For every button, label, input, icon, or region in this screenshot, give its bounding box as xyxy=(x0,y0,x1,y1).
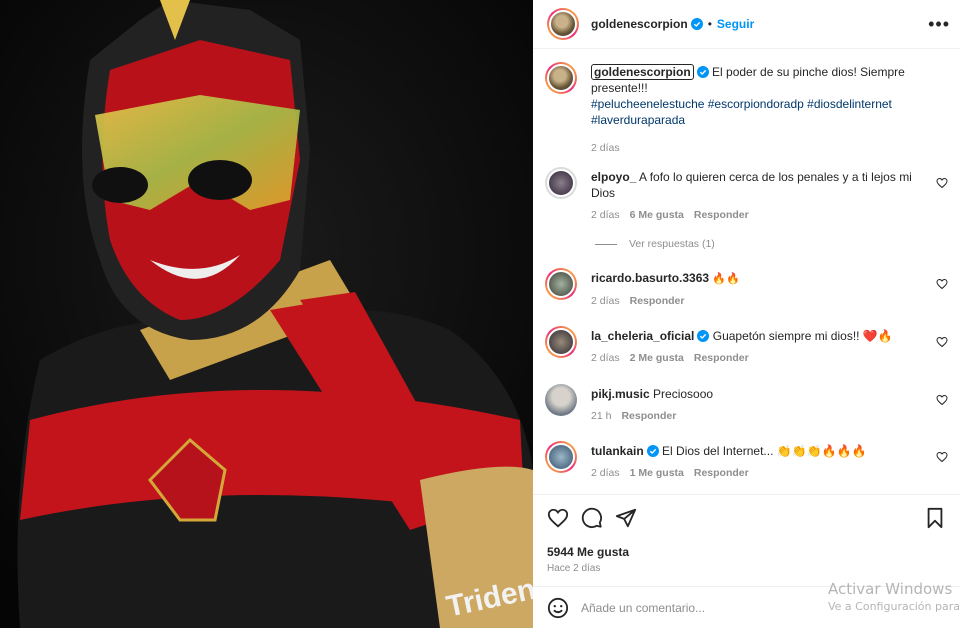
emoji-icon[interactable] xyxy=(547,597,569,619)
likes-count[interactable]: 5944 Me gusta xyxy=(547,545,629,559)
comment-input[interactable]: Añade un comentario... xyxy=(581,601,705,615)
luchador-photo: Trident xyxy=(0,0,533,628)
post-time: Hace 2 días xyxy=(547,563,601,574)
comment-username[interactable]: elpoyo_ xyxy=(591,170,636,184)
commenter-avatar[interactable] xyxy=(545,167,577,199)
author-avatar[interactable] xyxy=(545,62,577,94)
separator-dot: • xyxy=(707,17,712,31)
like-comment-icon[interactable] xyxy=(936,336,948,348)
post-image[interactable]: Trident xyxy=(0,0,533,628)
replies-divider xyxy=(595,243,617,245)
reply-button[interactable]: Responder xyxy=(621,410,676,422)
commenter-avatar[interactable] xyxy=(545,326,577,358)
reply-button[interactable]: Responder xyxy=(694,352,749,364)
comment-username[interactable]: la_cheleria_oficial xyxy=(591,329,694,343)
caption-hashtags[interactable]: #peluche​enelestuche #escorpiondoradp #d… xyxy=(591,97,892,127)
verified-icon xyxy=(696,66,709,78)
author-username[interactable]: goldenescorpion xyxy=(591,17,688,31)
comment-text: A fofo lo quieren cerca de los penales y… xyxy=(591,170,912,200)
comment-time: 2 días xyxy=(591,295,620,307)
share-icon[interactable] xyxy=(615,507,637,529)
like-icon[interactable] xyxy=(547,507,569,529)
like-comment-icon[interactable] xyxy=(936,394,948,406)
watermark-line-2: Ve a Configuración para xyxy=(828,600,960,613)
post-actions: 5944 Me gusta Hace 2 días xyxy=(533,494,960,586)
verified-icon xyxy=(646,445,659,457)
author-avatar[interactable] xyxy=(547,8,579,40)
comment-time: 2 días xyxy=(591,209,620,221)
comment-likes[interactable]: 6 Me gusta xyxy=(630,209,684,221)
reply-button[interactable]: Responder xyxy=(694,467,749,479)
comments-list[interactable]: goldenescorpion El poder de su pinche di… xyxy=(533,50,960,494)
like-comment-icon[interactable] xyxy=(936,451,948,463)
comment-username[interactable]: tulankain xyxy=(591,444,644,458)
view-replies-button[interactable]: Ver respuestas (1) xyxy=(595,238,715,250)
watermark-line-1: Activar Windows xyxy=(828,580,953,598)
comment-time: 2 días xyxy=(591,352,620,364)
windows-activation-watermark: Activar Windows Ve a Configuración para xyxy=(828,580,960,613)
comment-icon[interactable] xyxy=(581,507,603,529)
reply-button[interactable]: Responder xyxy=(694,209,749,221)
reply-button[interactable]: Responder xyxy=(630,295,685,307)
like-comment-icon[interactable] xyxy=(936,177,948,189)
comment-text: Preciosooo xyxy=(653,387,714,401)
verified-icon xyxy=(690,18,703,30)
comment-text: 🔥🔥 xyxy=(712,273,740,285)
post-header: goldenescorpion • Seguir ••• xyxy=(533,0,960,49)
comment-likes[interactable]: 2 Me gusta xyxy=(630,352,684,364)
post-side-panel: goldenescorpion • Seguir ••• goldenescor… xyxy=(533,0,960,628)
comment-username[interactable]: pikj.music xyxy=(591,387,650,401)
comment-text: Guapetón siempre mi dios!! ❤️🔥 xyxy=(712,329,893,343)
follow-button[interactable]: Seguir xyxy=(717,17,754,31)
comment-text: El Dios del Internet... 👏👏👏🔥🔥🔥 xyxy=(662,444,867,458)
save-bookmark-icon[interactable] xyxy=(924,507,946,529)
caption-time: 2 días xyxy=(591,142,620,154)
caption-username[interactable]: goldenescorpion xyxy=(591,64,694,80)
like-comment-icon[interactable] xyxy=(936,278,948,290)
verified-icon xyxy=(697,330,710,342)
commenter-avatar[interactable] xyxy=(545,384,577,416)
view-replies-label: Ver respuestas (1) xyxy=(629,238,715,250)
commenter-avatar[interactable] xyxy=(545,441,577,473)
comment-username[interactable]: ricardo.basurto.3363 xyxy=(591,271,709,285)
comment-time: 2 días xyxy=(591,467,620,479)
more-options-icon[interactable]: ••• xyxy=(928,14,950,35)
commenter-avatar[interactable] xyxy=(545,268,577,300)
comment-time: 21 h xyxy=(591,410,612,422)
comment-likes[interactable]: 1 Me gusta xyxy=(630,467,684,479)
